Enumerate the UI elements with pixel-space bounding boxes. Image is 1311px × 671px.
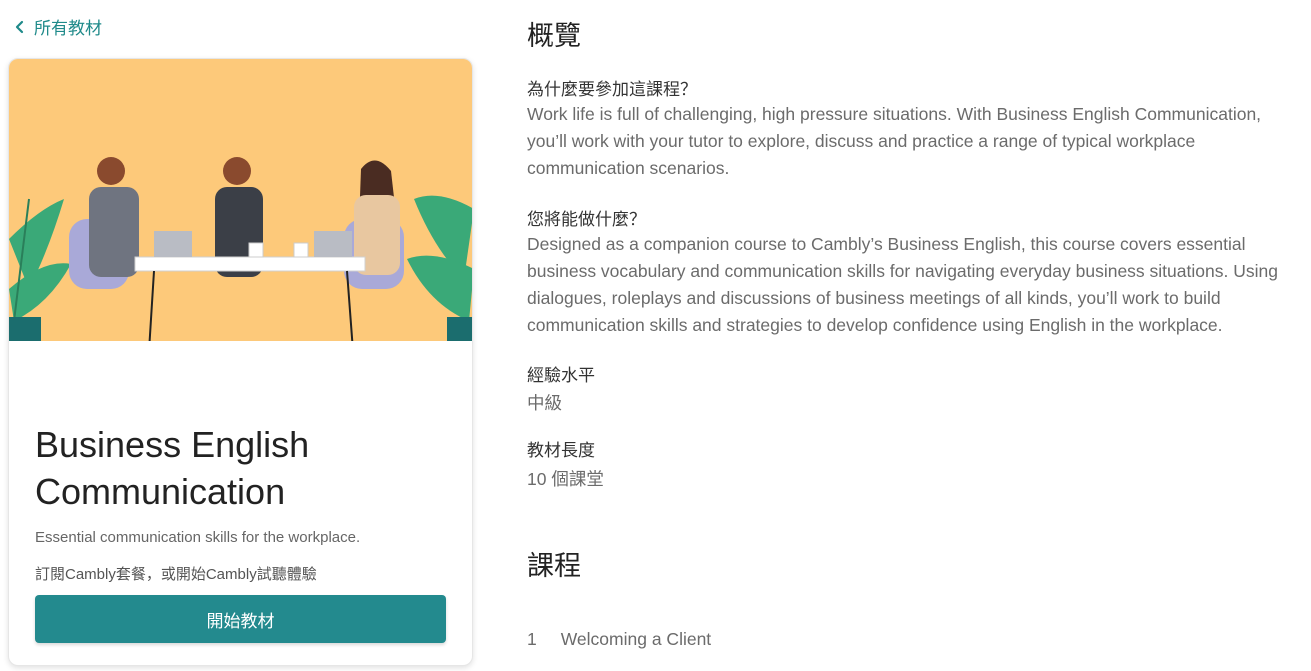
why-take-course-text: Work life is full of challenging, high p… <box>527 104 1262 178</box>
what-you-can-do-text: Designed as a companion course to Cambly… <box>527 234 1278 335</box>
course-illustration <box>9 59 472 351</box>
back-link-label: 所有教材 <box>34 19 102 38</box>
course-subtitle: Essential communication skills for the w… <box>35 529 361 546</box>
chevron-left-icon <box>15 20 24 33</box>
overview-heading: 概覽 <box>527 21 581 51</box>
material-length-value: 10 個課堂 <box>527 469 604 489</box>
lesson-item[interactable]: 1 Welcoming a Client <box>527 629 711 650</box>
what-you-can-do-label: 您將能做什麼？ <box>527 210 646 229</box>
lessons-heading: 課程 <box>527 551 581 581</box>
material-length-label: 教材長度 <box>527 441 595 460</box>
experience-level-value: 中級 <box>527 393 562 413</box>
why-take-course-label: 為什麼要參加這課程？ <box>527 80 697 99</box>
lesson-title: Welcoming a Client <box>560 629 712 649</box>
experience-level-label: 經驗水平 <box>527 366 595 385</box>
start-material-button[interactable]: 開始教材 <box>35 595 446 643</box>
back-to-all-materials-link[interactable]: 所有教材 <box>14 14 102 39</box>
course-card: Business English Communication Essential… <box>8 58 473 666</box>
course-title: Business English Communication <box>35 424 310 512</box>
subscription-note: 訂閱Cambly套餐，或開始Cambly試聽體驗 <box>35 566 317 583</box>
lesson-number: 1 <box>527 629 537 649</box>
